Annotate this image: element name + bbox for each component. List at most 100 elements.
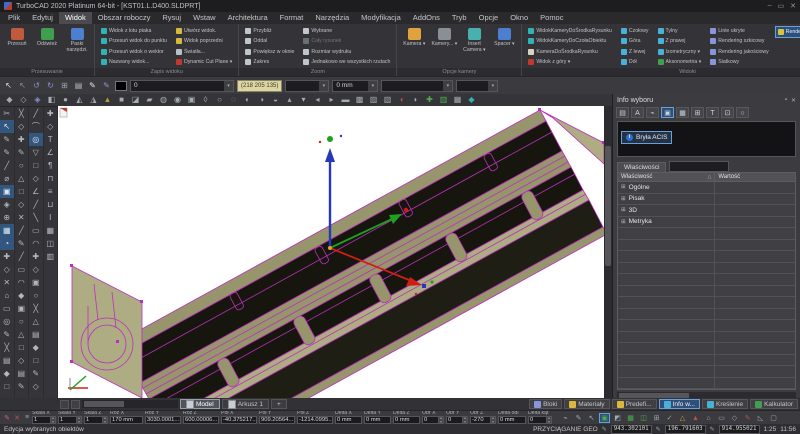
coord-y-field[interactable]: 196.791603 xyxy=(665,425,706,434)
select-cursor-icon[interactable]: ↖ xyxy=(3,80,14,92)
tab-scroll-right[interactable] xyxy=(71,400,80,409)
ribbon-góra[interactable]: Góra xyxy=(618,36,652,46)
pin-icon[interactable]: ▪ xyxy=(785,97,787,104)
primitive-icon-19[interactable]: ◑ xyxy=(255,94,268,106)
tool-icon-4-7[interactable]: ≡ xyxy=(44,185,58,198)
tool-icon-2-6[interactable]: △ xyxy=(15,172,29,185)
line-style-combo[interactable]: ▾ xyxy=(381,80,453,92)
tree-item-acis-solid[interactable]: i Bryła ACIS xyxy=(621,131,672,144)
tool-icon-1-13[interactable]: ◇ xyxy=(0,263,14,276)
snap-toggle-16[interactable]: ◺ xyxy=(755,413,766,423)
tool-icon-3-14[interactable]: ▣ xyxy=(29,276,43,289)
tool-icon-2-21[interactable]: ▤ xyxy=(15,367,29,380)
tool-icon-3-4[interactable]: ▽ xyxy=(29,146,43,159)
tool-icon-4-8[interactable]: ⊔ xyxy=(44,198,58,211)
tool-icon-4-2[interactable]: ◇ xyxy=(44,120,58,133)
tool-icon-3-5[interactable]: □ xyxy=(29,159,43,172)
layer-combo[interactable]: 0▾ xyxy=(130,80,234,92)
tool-icon-3-7[interactable]: ∠ xyxy=(29,185,43,198)
tool-icon-3-13[interactable]: ◇ xyxy=(29,263,43,276)
undo-icon[interactable]: ↺ xyxy=(31,80,42,92)
primitive-icon-33[interactable]: ▦ xyxy=(451,94,464,106)
coord-x-field[interactable]: 943.302101 xyxy=(611,425,652,434)
palette-tab-kalkulator[interactable]: Kalkulator xyxy=(750,399,798,409)
menu-wstaw[interactable]: Wstaw xyxy=(187,12,222,24)
primitive-icon-8[interactable]: ▲ xyxy=(101,94,114,106)
palette-tab-bloki[interactable]: Bloki xyxy=(529,399,562,409)
property-group-row-ogólne[interactable]: ⊞Ogólne xyxy=(618,182,795,194)
cancel-icon[interactable]: ✕ xyxy=(12,414,22,422)
ribbon-spacer[interactable]: Spacer ▾ xyxy=(490,26,518,67)
snap-toggle-6[interactable]: ▦ xyxy=(625,413,636,423)
menu-obszar-roboczy[interactable]: Obszar roboczy xyxy=(92,12,157,24)
chevron-down-icon[interactable]: ▾ xyxy=(368,81,377,91)
tool-icon-4-10[interactable]: ▦ xyxy=(44,224,58,237)
primitive-icon-27[interactable]: ▨ xyxy=(367,94,380,106)
tool-icon-1-10[interactable]: ▦ xyxy=(0,224,14,237)
ribbon-widokkamerydoczołaobiektu[interactable]: WidokKameryDoCzołaObiektu xyxy=(525,36,615,46)
ribbon-dół[interactable]: Dół xyxy=(618,57,652,67)
ribbon-linie-ukryte[interactable]: Linie ukryte xyxy=(707,26,771,36)
drawing-canvas[interactable] xyxy=(58,106,604,398)
tool-icon-2-5[interactable]: ○ xyxy=(15,159,29,172)
tool-icon-2-2[interactable]: ◇ xyxy=(15,120,29,133)
snap-toggle-7[interactable]: ◫ xyxy=(638,413,649,423)
ribbon-kamera[interactable]: Kamera ▾ xyxy=(400,26,428,67)
scale-indicator[interactable]: 1:25 xyxy=(764,426,777,433)
column-header-property[interactable]: Właściwość xyxy=(621,174,652,180)
tab-scroll-left[interactable] xyxy=(60,400,69,409)
ribbon-zakres[interactable]: Zakres xyxy=(242,57,297,67)
tool-icon-3-10[interactable]: ▭ xyxy=(29,224,43,237)
primitive-icon-31[interactable]: ✚ xyxy=(423,94,436,106)
ribbon-rendering-szkicowy[interactable]: Rendering szkicowy xyxy=(707,36,771,46)
primitive-icon-30[interactable]: ◗ xyxy=(409,94,422,106)
tool-icon-4-4[interactable]: ∠ xyxy=(44,146,58,159)
tool-icon-3-1[interactable]: ╱ xyxy=(29,107,43,120)
tool-icon-2-7[interactable]: □ xyxy=(15,185,29,198)
ribbon-przesuń[interactable]: Przesuń xyxy=(3,26,31,67)
tool-icon-3-19[interactable]: ◆ xyxy=(29,341,43,354)
tool-icon-2-3[interactable]: ✚ xyxy=(15,133,29,146)
tool-icon-4-1[interactable]: ✚ xyxy=(44,107,58,120)
menu-plik[interactable]: Plik xyxy=(2,12,26,24)
chevron-down-icon[interactable]: ▾ xyxy=(319,81,328,91)
menu-rysuj[interactable]: Rysuj xyxy=(156,12,187,24)
palette-tab-kreślenie[interactable]: Kreślenie xyxy=(702,399,748,409)
primitive-icon-25[interactable]: ▬ xyxy=(339,94,352,106)
ribbon-insert-camera[interactable]: Insert Camera ▾ xyxy=(460,26,488,67)
ribbon-paski-narzędzi[interactable]: Paski narzędzi. xyxy=(63,26,91,67)
ribbon-rendering-zaawansowany[interactable]: Rendering zaawansowany xyxy=(775,26,800,38)
ribbon-czołowy[interactable]: Czołowy xyxy=(618,26,652,36)
tab-properties[interactable]: Właściwości xyxy=(617,162,666,172)
tool-icon-1-15[interactable]: ⌂ xyxy=(0,289,14,302)
sheet-tab-model[interactable]: Model xyxy=(180,399,220,409)
ribbon-powiększ-w-oknie[interactable]: Powiększ w oknie xyxy=(242,47,297,57)
menu-tryb[interactable]: Tryb xyxy=(446,12,473,24)
ribbon-widok-z-góry[interactable]: Widok z góry ▾ xyxy=(525,57,615,67)
tool-icon-1-14[interactable]: ✕ xyxy=(0,276,14,289)
preview-icon[interactable]: ▣ xyxy=(661,107,674,118)
tool-icon-3-8[interactable]: ╱ xyxy=(29,198,43,211)
close-button[interactable]: ✕ xyxy=(790,2,796,10)
tool-icon-3-21[interactable]: ✎ xyxy=(29,367,43,380)
tool-icon-2-13[interactable]: ▭ xyxy=(15,263,29,276)
expand-icon[interactable]: ⊞ xyxy=(621,207,626,213)
filter-input[interactable] xyxy=(669,161,729,172)
print-icon[interactable]: ▤ xyxy=(73,80,84,92)
chevron-down-icon[interactable]: ▾ xyxy=(488,81,497,91)
primitive-icon-9[interactable]: ■ xyxy=(115,94,128,106)
select-open-icon[interactable]: ↖ xyxy=(17,80,28,92)
pen-icon[interactable]: ✎ xyxy=(87,80,98,92)
add-sheet-button[interactable]: + xyxy=(271,399,287,409)
canvas-horizontal-scrollbar[interactable] xyxy=(82,400,178,408)
snap-toggle-11[interactable]: ▲ xyxy=(690,413,701,423)
ribbon-przesuń-widok-do-punktu[interactable]: Przesuń widok do punktu xyxy=(98,36,170,46)
tool-icon-2-11[interactable]: ✎ xyxy=(15,237,29,250)
snap-toggle-3[interactable]: ↖ xyxy=(586,413,597,423)
ribbon-widokkamerydośrodkarysunku[interactable]: WidokKameryDoŚrodkaRysunku xyxy=(525,26,615,36)
tool-icon-2-1[interactable]: ╳ xyxy=(15,107,29,120)
tool-icon-4-12[interactable]: ▥ xyxy=(44,250,58,263)
options-icon[interactable]: ≡ xyxy=(22,414,32,421)
primitive-icon-22[interactable]: ▾ xyxy=(297,94,310,106)
ribbon-wybrane[interactable]: Wybrane xyxy=(300,26,393,36)
